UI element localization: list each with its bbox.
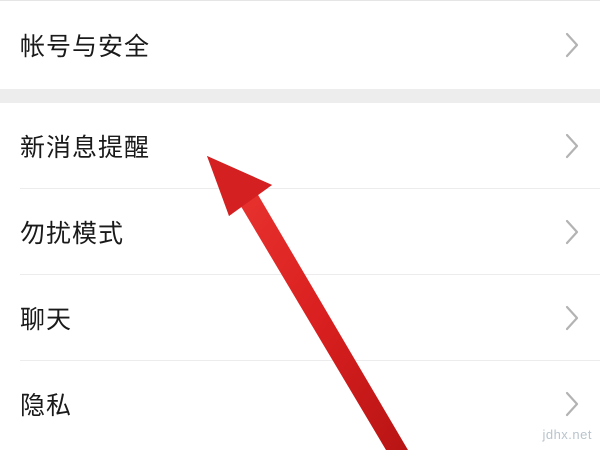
settings-item-do-not-disturb[interactable]: 勿扰模式 bbox=[0, 189, 600, 275]
chevron-right-icon bbox=[562, 304, 582, 332]
settings-item-chat[interactable]: 聊天 bbox=[0, 275, 600, 361]
settings-item-label: 帐号与安全 bbox=[20, 32, 151, 61]
settings-group-general: 新消息提醒 勿扰模式 聊天 隐私 bbox=[0, 103, 600, 447]
settings-item-label: 勿扰模式 bbox=[20, 219, 125, 248]
chevron-right-icon bbox=[562, 390, 582, 418]
settings-item-label: 新消息提醒 bbox=[20, 133, 151, 162]
settings-item-label: 聊天 bbox=[20, 305, 73, 334]
chevron-right-icon bbox=[562, 218, 582, 246]
chevron-right-icon bbox=[562, 132, 582, 160]
settings-item-label: 隐私 bbox=[20, 391, 73, 420]
watermark: jdhx.net bbox=[542, 427, 592, 442]
settings-item-privacy[interactable]: 隐私 bbox=[0, 361, 600, 447]
settings-screen: 帐号与安全 新消息提醒 勿扰模式 聊天 隐私 jdhx.net bbox=[0, 0, 600, 450]
settings-item-account-security[interactable]: 帐号与安全 bbox=[0, 1, 600, 89]
chevron-right-icon bbox=[562, 31, 582, 59]
settings-group-account: 帐号与安全 bbox=[0, 0, 600, 89]
settings-item-new-message-notify[interactable]: 新消息提醒 bbox=[0, 103, 600, 189]
section-gap bbox=[0, 89, 600, 103]
